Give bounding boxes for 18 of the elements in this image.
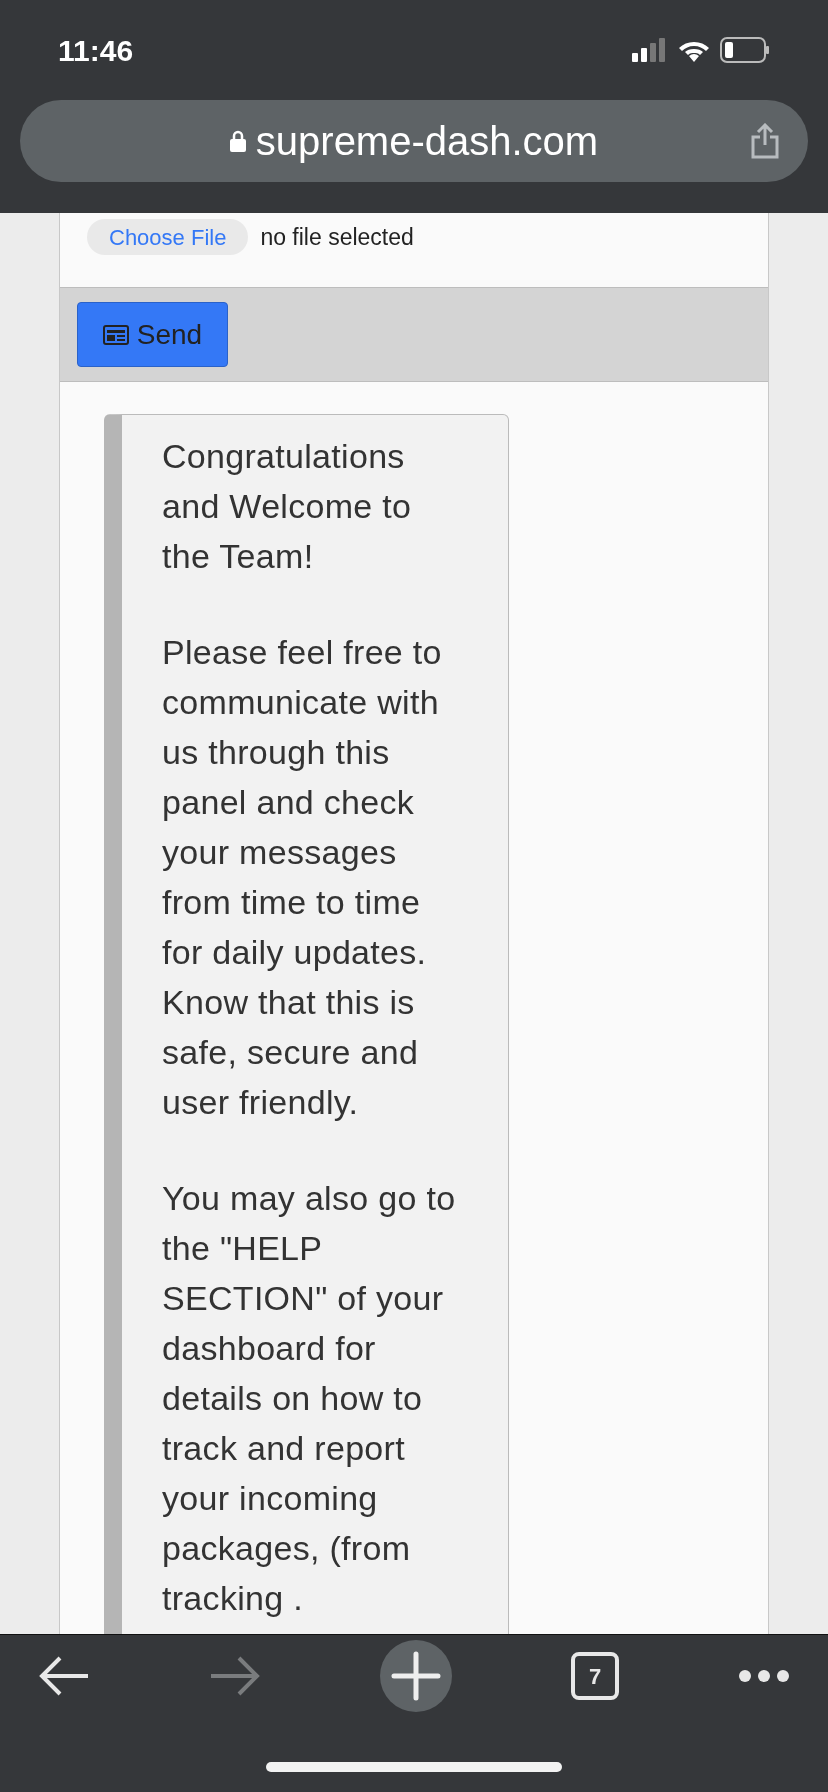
battery-icon	[720, 37, 770, 63]
more-icon[interactable]	[738, 1669, 790, 1683]
message-paragraph: Congratulations and Welcome to the Team!	[162, 436, 413, 577]
address-bar[interactable]: supreme-dash.com	[20, 100, 808, 182]
share-icon[interactable]	[750, 123, 780, 159]
message-paragraph: You may also go to the "HELP SECTION" of your dashboard for details on how to track and report your incoming packages, (from tracking .	[162, 1178, 457, 1619]
signal-icon	[632, 38, 668, 62]
lock-icon	[229, 130, 246, 152]
send-button[interactable]: Send	[77, 302, 228, 367]
message-paragraph: Please feel free to communicate with us through this panel and check your messages from time to time for daily updates. Know that this is safe, secure and user friendly.	[162, 632, 443, 1123]
file-status: no file selected	[260, 223, 414, 252]
new-tab-icon[interactable]	[380, 1640, 452, 1712]
newspaper-icon	[102, 324, 129, 345]
status-time: 11:46	[58, 32, 134, 69]
choose-file-button[interactable]: Choose File	[87, 219, 249, 255]
url-text: supreme-dash.com	[255, 118, 599, 165]
back-icon[interactable]	[38, 1654, 90, 1698]
tab-count[interactable]: 7	[571, 1652, 619, 1700]
